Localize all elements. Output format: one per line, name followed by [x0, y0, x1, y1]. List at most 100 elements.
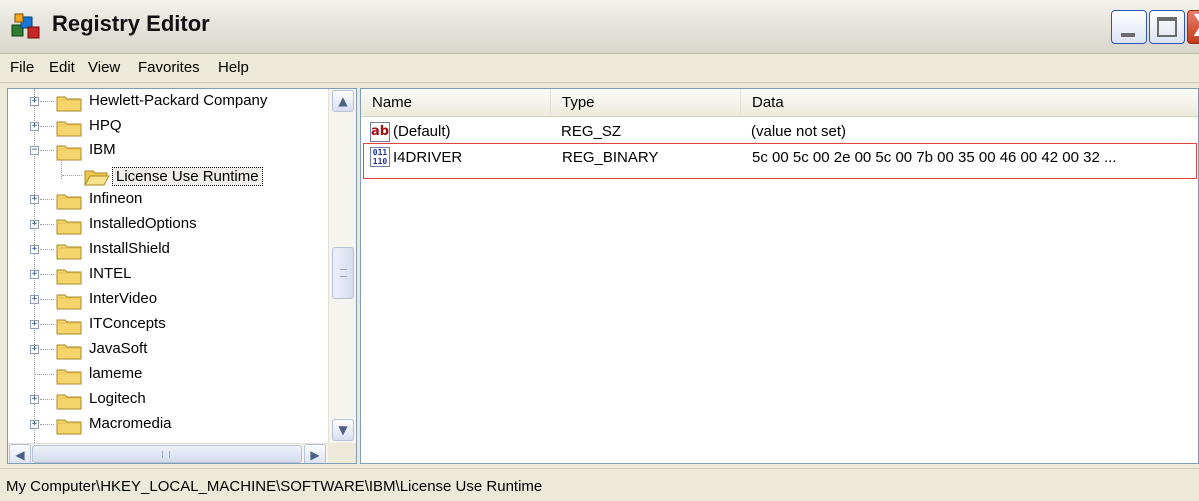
close-button[interactable]: X	[1187, 10, 1199, 44]
tree-horizontal-scrollbar[interactable]: ◀ ▶	[8, 443, 356, 463]
expand-icon[interactable]: +	[30, 97, 39, 106]
tree-item-macromedia[interactable]: + Macromedia	[8, 414, 328, 438]
tree-connector	[40, 150, 54, 151]
menu-edit[interactable]: Edit	[49, 59, 75, 76]
folder-icon	[56, 219, 82, 235]
expand-icon[interactable]: +	[30, 220, 39, 229]
scroll-thumb[interactable]	[332, 247, 354, 299]
value-name: (Default)	[393, 123, 451, 140]
tree-item-hewlett-packard-company[interactable]: + Hewlett-Packard Company	[8, 91, 328, 115]
horizontal-scroll-thumb[interactable]	[32, 445, 302, 463]
tree-connector	[40, 274, 54, 275]
folder-icon	[56, 419, 82, 435]
collapse-icon[interactable]: −	[30, 146, 39, 155]
window-title: Registry Editor	[52, 11, 210, 36]
tree-item-label: Macromedia	[89, 415, 172, 432]
tree-item-logitech[interactable]: + Logitech	[8, 389, 328, 413]
value-row-default[interactable]: ab (Default) REG_SZ (value not set)	[361, 120, 1198, 145]
scroll-left-button[interactable]: ◀	[9, 444, 31, 463]
expand-icon[interactable]: +	[30, 395, 39, 404]
folder-icon	[56, 269, 82, 285]
tree-item-intervideo[interactable]: + InterVideo	[8, 289, 328, 313]
scroll-up-button[interactable]: ▲	[332, 90, 354, 112]
folder-icon	[56, 194, 82, 210]
scroll-down-button[interactable]: ▼	[332, 419, 354, 441]
tree-item-hpq[interactable]: + HPQ	[8, 116, 328, 140]
tree-item-label: INTEL	[89, 265, 132, 282]
tree-item-label: Infineon	[89, 190, 143, 207]
title-bar[interactable]: Registry Editor X	[0, 0, 1199, 54]
values-list-pane[interactable]: Name Type Data ab (Default) REG_SZ (valu…	[360, 88, 1199, 464]
menu-view[interactable]: View	[88, 59, 120, 76]
column-header-name[interactable]: Name	[361, 89, 551, 116]
menu-bar: File Edit View Favorites Help	[0, 55, 1199, 83]
string-value-icon: ab	[370, 122, 390, 142]
expand-icon[interactable]: +	[30, 295, 39, 304]
tree-connector	[40, 224, 54, 225]
tree-item-installedoptions[interactable]: + InstalledOptions	[8, 214, 328, 238]
open-folder-icon	[84, 170, 110, 186]
tree-connector	[62, 175, 82, 176]
tree-item-label: Hewlett-Packard Company	[89, 92, 268, 109]
scroll-right-button[interactable]: ▶	[304, 444, 326, 463]
scrollbar-corner	[328, 443, 356, 463]
expand-icon[interactable]: +	[30, 122, 39, 131]
expand-icon[interactable]: +	[30, 420, 39, 429]
binary-value-icon: 011 110	[370, 147, 390, 167]
tree-item-intel[interactable]: + INTEL	[8, 264, 328, 288]
chevron-left-icon: ◀	[15, 448, 25, 462]
tree-connector	[40, 299, 54, 300]
expand-icon[interactable]: +	[30, 345, 39, 354]
folder-icon	[56, 369, 82, 385]
tree-connector	[35, 374, 54, 375]
close-icon: X	[1193, 12, 1199, 42]
menu-help[interactable]: Help	[218, 59, 249, 76]
tree-item-installshield[interactable]: + InstallShield	[8, 239, 328, 263]
menu-favorites[interactable]: Favorites	[138, 59, 200, 76]
tree-vertical-scrollbar[interactable]: ▲ ▼	[328, 89, 356, 443]
tree-item-label: InterVideo	[89, 290, 158, 307]
folder-icon	[56, 244, 82, 260]
tree-item-ibm[interactable]: − IBM	[8, 140, 328, 164]
tree-item-label: JavaSoft	[89, 340, 148, 357]
tree-item-label: IBM	[89, 141, 116, 158]
key-tree-pane[interactable]: + Hewlett-Packard Company + HPQ − IBM Li…	[7, 88, 357, 464]
expand-icon[interactable]: +	[30, 195, 39, 204]
key-tree: + Hewlett-Packard Company + HPQ − IBM Li…	[8, 89, 328, 443]
folder-icon	[56, 344, 82, 360]
expand-icon[interactable]: +	[30, 245, 39, 254]
tree-item-label: InstalledOptions	[89, 215, 197, 232]
maximize-button[interactable]	[1149, 10, 1185, 44]
tree-item-label: InstallShield	[89, 240, 170, 257]
registry-cubes-icon	[11, 13, 40, 39]
tree-connector	[40, 101, 54, 102]
tree-item-license-use-runtime[interactable]: License Use Runtime	[8, 165, 328, 189]
value-type: REG_SZ	[561, 123, 622, 140]
expand-icon[interactable]: +	[30, 320, 39, 329]
tree-connector	[40, 399, 54, 400]
tree-connector	[40, 424, 54, 425]
column-header-type[interactable]: Type	[551, 89, 741, 116]
tree-connector	[40, 249, 54, 250]
tree-item-label: HPQ	[89, 117, 122, 134]
folder-icon	[56, 319, 82, 335]
tree-item-infineon[interactable]: + Infineon	[8, 189, 328, 213]
tree-item-javasoft[interactable]: + JavaSoft	[8, 339, 328, 363]
minimize-icon	[1121, 33, 1135, 37]
value-row-i4driver[interactable]: 011 110 I4DRIVER REG_BINARY 5c 00 5c 00 …	[363, 143, 1197, 179]
chevron-right-icon: ▶	[310, 448, 320, 462]
value-data: (value not set)	[751, 123, 847, 140]
column-header-data[interactable]: Data	[741, 89, 1198, 116]
tree-item-itconcepts[interactable]: + ITConcepts	[8, 314, 328, 338]
tree-item-label: ITConcepts	[89, 315, 166, 332]
chevron-down-icon: ▼	[338, 423, 348, 437]
menu-file[interactable]: File	[10, 59, 34, 76]
value-name: I4DRIVER	[393, 149, 463, 166]
maximize-icon	[1157, 17, 1177, 37]
grip-icon	[340, 269, 347, 277]
tree-connector	[40, 349, 54, 350]
folder-icon	[56, 145, 82, 161]
minimize-button[interactable]	[1111, 10, 1147, 44]
expand-icon[interactable]: +	[30, 270, 39, 279]
tree-item-lameme[interactable]: lameme	[8, 364, 328, 388]
